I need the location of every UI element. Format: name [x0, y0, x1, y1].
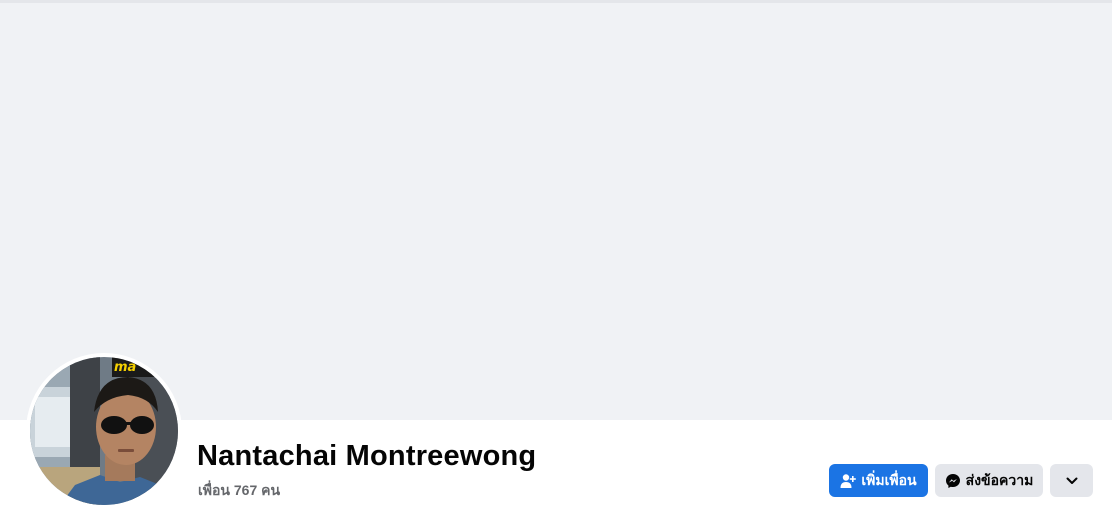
profile-name: Nantachai Montreewong: [197, 440, 537, 472]
more-options-button[interactable]: [1050, 464, 1093, 497]
profile-page: ma Nantachai Montreewong เพื่อน 767 คน เ…: [0, 0, 1112, 523]
chevron-down-icon: [1066, 477, 1078, 485]
avatar-photo: ma: [30, 357, 178, 505]
add-friend-label: เพิ่มเพื่อน: [861, 471, 917, 488]
add-friend-icon: [840, 473, 857, 489]
messenger-icon: [945, 473, 961, 489]
message-label: ส่งข้อความ: [965, 471, 1034, 488]
cover-photo[interactable]: [0, 0, 1112, 420]
avatar-sign-text: ma: [114, 360, 136, 375]
message-button[interactable]: ส่งข้อความ: [935, 464, 1043, 497]
friends-count[interactable]: เพื่อน 767 คน: [198, 480, 280, 502]
add-friend-button[interactable]: เพิ่มเพื่อน: [829, 464, 928, 497]
profile-picture-frame[interactable]: ma: [26, 353, 182, 509]
avatar[interactable]: ma: [30, 357, 178, 505]
